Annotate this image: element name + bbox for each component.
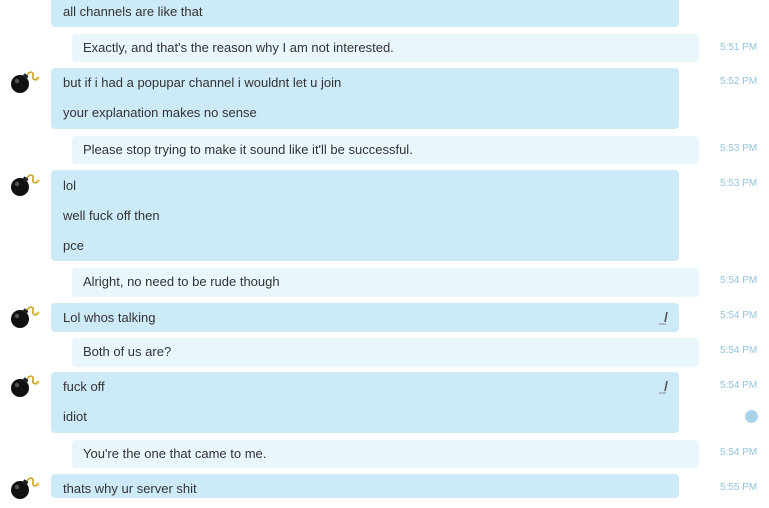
message-text: Please stop trying to make it sound like…: [83, 142, 413, 157]
avatar[interactable]: [8, 302, 40, 334]
message-text: your explanation makes no sense: [63, 105, 257, 120]
avatar[interactable]: [8, 473, 40, 505]
message-bubble: Both of us are?: [72, 338, 699, 367]
edit-pencil-icon[interactable]: [659, 311, 671, 325]
message-text: but if i had a popupar channel i wouldnt…: [63, 75, 342, 90]
message-bubble: Exactly, and that's the reason why I am …: [72, 34, 699, 62]
message-text: Exactly, and that's the reason why I am …: [83, 40, 394, 55]
message-bubble: thats why ur server shit: [51, 474, 679, 498]
message-bubble: but if i had a popupar channel i wouldnt…: [51, 68, 679, 129]
bomb-avatar-icon: [8, 371, 40, 403]
message-bubble: Lol whos talking: [51, 303, 679, 332]
message-bubble: Alright, no need to be rude though: [72, 268, 699, 297]
bomb-avatar-icon: [8, 302, 40, 334]
message-bubble: lol well fuck off then pce: [51, 170, 679, 261]
message-timestamp: 5:52 PM: [720, 76, 758, 87]
message-text: idiot: [63, 409, 87, 424]
message-timestamp: 5:53 PM: [720, 143, 758, 154]
message-bubble: You're the one that came to me.: [72, 440, 699, 468]
message-timestamp: 5:54 PM: [720, 310, 758, 321]
edit-pencil-icon[interactable]: [659, 380, 671, 394]
bomb-avatar-icon: [8, 170, 40, 202]
message-text: well fuck off then: [63, 208, 160, 223]
avatar[interactable]: [8, 371, 40, 403]
message-timestamp: 5:54 PM: [720, 275, 758, 286]
message-bubble: fuck off idiot: [51, 372, 679, 433]
message-text: all channels are like that: [63, 4, 203, 19]
avatar[interactable]: [8, 67, 40, 99]
message-bubble: all channels are like that: [51, 0, 679, 27]
message-text: pce: [63, 238, 84, 253]
message-timestamp: 5:51 PM: [720, 42, 758, 53]
message-bubble: Please stop trying to make it sound like…: [72, 136, 699, 164]
message-timestamp: 5:54 PM: [720, 345, 758, 356]
message-timestamp: 5:54 PM: [720, 447, 758, 458]
scroll-down-icon[interactable]: [745, 410, 758, 423]
avatar[interactable]: [8, 170, 40, 202]
bomb-avatar-icon: [8, 473, 40, 505]
message-text: thats why ur server shit: [63, 481, 197, 496]
message-timestamp: 5:55 PM: [720, 482, 758, 493]
bomb-avatar-icon: [8, 67, 40, 99]
message-timestamp: 5:54 PM: [720, 380, 758, 391]
message-text: Alright, no need to be rude though: [83, 274, 280, 289]
message-text: lol: [63, 178, 77, 193]
message-text: Lol whos talking: [63, 310, 156, 325]
message-text: You're the one that came to me.: [83, 446, 267, 461]
message-text: Both of us are?: [83, 344, 172, 359]
message-timestamp: 5:53 PM: [720, 178, 758, 189]
message-text: fuck off: [63, 379, 105, 394]
